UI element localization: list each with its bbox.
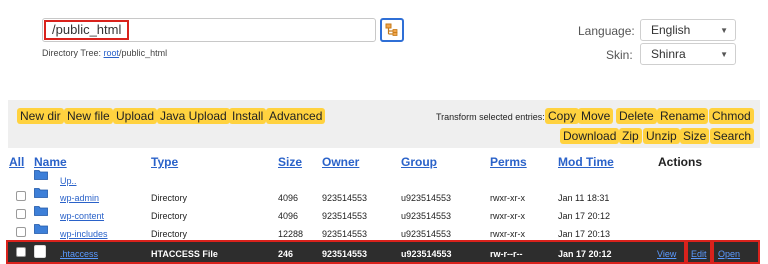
sort-type-header[interactable]: Type	[151, 155, 178, 169]
path-value: /public_html	[44, 20, 130, 40]
skin-value: Shinra	[651, 47, 686, 61]
skin-label: Skin:	[606, 48, 633, 62]
copy-button[interactable]: Copy	[545, 108, 580, 124]
sort-owner-header[interactable]: Owner	[322, 155, 359, 169]
file-owner: 923514553	[322, 229, 368, 239]
sort-modtime-header[interactable]: Mod Time	[558, 155, 614, 169]
file-modtime: Jan 11 18:31	[558, 193, 610, 203]
file-owner: 923514553	[322, 211, 368, 221]
file-perms[interactable]: rwxr-xr-x	[490, 193, 525, 203]
file-name-link[interactable]: wp-content	[60, 211, 104, 221]
unzip-button[interactable]: Unzip	[643, 128, 680, 144]
select-all-link[interactable]: All	[9, 155, 24, 169]
row-checkbox[interactable]	[16, 227, 26, 237]
chmod-button[interactable]: Chmod	[709, 108, 754, 124]
file-perms[interactable]: rwxr-xr-x	[490, 229, 525, 239]
file-modtime: Jan 17 20:12	[558, 211, 611, 221]
upload-button[interactable]: Upload	[113, 108, 158, 124]
language-select[interactable]: English ▼	[640, 19, 736, 41]
file-modtime: Jan 17 20:13	[558, 229, 611, 239]
advanced-button[interactable]: Advanced	[266, 108, 326, 124]
rename-button[interactable]: Rename	[657, 108, 709, 124]
new-dir-button[interactable]: New dir	[17, 108, 64, 124]
file-group: u923514553	[401, 249, 452, 259]
folder-icon	[34, 170, 48, 180]
edit-link[interactable]: Edit	[691, 249, 707, 259]
file-modtime: Jan 17 20:12	[558, 249, 612, 259]
file-name-link[interactable]: wp-includes	[60, 229, 108, 239]
delete-button[interactable]: Delete	[616, 108, 657, 124]
file-type: HTACCESS File	[151, 249, 218, 259]
file-type: Directory	[151, 229, 188, 239]
zip-button[interactable]: Zip	[619, 128, 642, 144]
folder-icon	[34, 206, 48, 216]
sort-size-header[interactable]: Size	[278, 155, 302, 169]
chevron-down-icon: ▼	[720, 50, 728, 59]
transform-label: Transform selected entries:	[436, 112, 545, 122]
file-group: u923514553	[401, 211, 452, 221]
row-checkbox[interactable]	[16, 247, 26, 257]
file-group: u923514553	[401, 229, 452, 239]
up-link[interactable]: Up..	[60, 176, 77, 186]
size-button[interactable]: Size	[680, 128, 710, 144]
sort-name-header[interactable]: Name	[34, 155, 67, 169]
row-checkbox[interactable]	[16, 191, 26, 201]
move-button[interactable]: Move	[578, 108, 614, 124]
sort-perms-header[interactable]: Perms	[490, 155, 527, 169]
view-link[interactable]: View	[657, 249, 676, 259]
row-checkbox[interactable]	[16, 209, 26, 219]
download-button[interactable]: Download	[560, 128, 620, 144]
file-type: Directory	[151, 211, 188, 221]
sort-group-header[interactable]: Group	[401, 155, 437, 169]
folder-icon	[34, 224, 48, 234]
folder-icon	[34, 188, 48, 198]
file-name-link[interactable]: .htaccess	[60, 249, 98, 259]
path-input[interactable]: /public_html	[42, 18, 376, 42]
dir-tree-root-link[interactable]: root	[104, 48, 120, 58]
file-icon	[34, 245, 46, 258]
search-button[interactable]: Search	[710, 128, 755, 144]
file-size: 4096	[278, 211, 299, 221]
dir-tree-prefix: Directory Tree:	[42, 48, 102, 58]
dir-tree-rest: /public_html	[119, 48, 168, 58]
language-value: English	[651, 23, 691, 37]
file-size: 246	[278, 249, 294, 259]
directory-tree: Directory Tree: root/public_html	[42, 48, 167, 58]
file-owner: 923514553	[322, 249, 368, 259]
java-upload-button[interactable]: Java Upload	[157, 108, 230, 124]
file-perms[interactable]: rwxr-xr-x	[490, 211, 525, 221]
skin-select[interactable]: Shinra ▼	[640, 43, 736, 65]
file-perms[interactable]: rw-r--r--	[490, 249, 523, 259]
file-type: Directory	[151, 193, 188, 203]
file-group: u923514553	[401, 193, 452, 203]
file-owner: 923514553	[322, 193, 368, 203]
actions-header: Actions	[658, 155, 703, 169]
directory-tree-button[interactable]	[380, 18, 404, 42]
open-link[interactable]: Open	[718, 249, 740, 259]
chevron-down-icon: ▼	[720, 26, 728, 35]
file-size: 4096	[278, 193, 299, 203]
file-name-link[interactable]: wp-admin	[60, 193, 99, 203]
file-size: 12288	[278, 229, 304, 239]
install-button[interactable]: Install	[229, 108, 267, 124]
language-label: Language:	[578, 24, 635, 38]
new-file-button[interactable]: New file	[64, 108, 113, 124]
directory-tree-icon	[385, 23, 398, 36]
